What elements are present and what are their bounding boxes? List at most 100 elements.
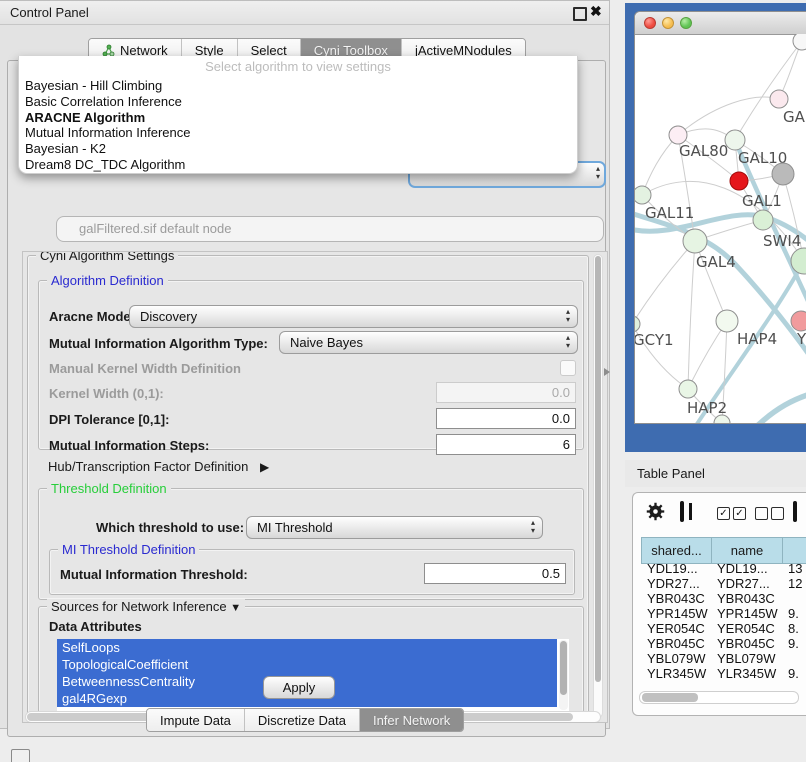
- network-node-hap2[interactable]: [679, 380, 697, 398]
- table-cell: YPR145W: [641, 606, 711, 621]
- control-panel-window: Control Panel ✖ Network S: [0, 0, 610, 729]
- network-node-gal[interactable]: [770, 90, 788, 108]
- sources-title[interactable]: Sources for Network Inference ▼: [47, 599, 245, 614]
- dpi-tolerance-input[interactable]: 0.0: [436, 408, 576, 429]
- network-node-y[interactable]: [791, 311, 806, 331]
- tab-discretize-data[interactable]: Discretize Data: [245, 709, 360, 731]
- network-node[interactable]: [793, 34, 806, 50]
- algorithm-popup-list: Bayesian - Hill ClimbingBasic Correlatio…: [19, 78, 577, 173]
- node-label: GAL80: [679, 142, 728, 160]
- network-icon: [102, 44, 115, 57]
- deselect-all-columns-icon[interactable]: [755, 507, 784, 520]
- data-attribute-item[interactable]: TopologicalCoefficient: [57, 656, 557, 673]
- table-row[interactable]: YBL079WYBL079W: [641, 651, 806, 666]
- node-table-header: shared...name: [641, 537, 806, 564]
- table-row[interactable]: YBR045CYBR045C9.: [641, 636, 806, 651]
- network-node-gcy1[interactable]: [635, 316, 640, 332]
- table-row[interactable]: YDL19...YDL19...13: [641, 561, 806, 576]
- network-node-gal4[interactable]: [683, 229, 707, 253]
- hub-definition-expander[interactable]: Hub/Transcription Factor Definition ▶: [48, 459, 269, 474]
- gear-icon[interactable]: [646, 502, 665, 526]
- aracne-mode-value: Discovery: [140, 306, 197, 327]
- bottom-tabs: Impute Data Discretize Data Infer Networ…: [146, 708, 464, 732]
- table-row[interactable]: YLR345WYLR345W9.: [641, 666, 806, 681]
- node-table[interactable]: YDL19...YDL19...13YDR27...YDR27...12YBR0…: [641, 561, 806, 683]
- algorithm-option[interactable]: Dream8 DC_TDC Algorithm: [19, 157, 577, 173]
- network-node-hap4[interactable]: [716, 310, 738, 332]
- table-cell: 9.: [782, 606, 806, 621]
- minimize-traffic-light-icon[interactable]: [662, 17, 674, 29]
- network-node[interactable]: [730, 172, 748, 190]
- table-cell: 9.: [782, 681, 806, 683]
- network-canvas[interactable]: GALGAL80GAL10GAL11GAL1SWI4GAL4GCY1HAP4YH…: [635, 34, 806, 424]
- network-node[interactable]: [772, 163, 794, 185]
- table-cell: YBL079W: [711, 651, 782, 666]
- table-horizontal-scrollbar[interactable]: [639, 691, 799, 704]
- table-row[interactable]: YIL052CYIL052C9.: [641, 681, 806, 683]
- mi-steps-label: Mutual Information Steps:: [49, 438, 209, 453]
- algorithm-popup-placeholder: Select algorithm to view settings: [19, 59, 577, 74]
- table-row[interactable]: YPR145WYPR145W9.: [641, 606, 806, 621]
- split-panel-icon[interactable]: [680, 503, 684, 521]
- apply-button[interactable]: Apply: [263, 676, 335, 699]
- new-table-icon[interactable]: [793, 503, 797, 521]
- chevron-right-icon: ▶: [260, 460, 269, 474]
- node-label: SWI4: [763, 232, 801, 250]
- tab-impute-label: Impute Data: [160, 713, 231, 728]
- table-row[interactable]: YDR27...YDR27...12: [641, 576, 806, 591]
- node-label: HAP2: [687, 399, 727, 417]
- mi-steps-input[interactable]: 6: [436, 434, 576, 455]
- select-all-columns-icon[interactable]: ✓✓: [717, 507, 746, 520]
- table-column-header[interactable]: [783, 538, 806, 564]
- kernel-width-input[interactable]: 0.0: [436, 382, 576, 403]
- table-cell: YDL19...: [641, 561, 711, 576]
- zoom-traffic-light-icon[interactable]: [680, 17, 692, 29]
- table-cell: YIL052C: [641, 681, 711, 683]
- tab-impute-data[interactable]: Impute Data: [147, 709, 245, 731]
- node-label: GAL11: [645, 204, 694, 222]
- table-column-header[interactable]: shared...: [642, 538, 712, 564]
- node-table-body-clip: YDL19...YDL19...13YDR27...YDR27...12YBR0…: [641, 561, 806, 683]
- algorithm-option[interactable]: ARACNE Algorithm: [19, 110, 577, 126]
- mi-threshold-input[interactable]: 0.5: [424, 563, 566, 584]
- network-window-titlebar[interactable]: [635, 12, 806, 35]
- cyni-algorithm-settings-title: Cyni Algorithm Settings: [36, 251, 178, 263]
- which-threshold-select[interactable]: MI Threshold ▴▾: [246, 516, 543, 539]
- table-cell: YLR345W: [641, 666, 711, 681]
- network-node-gal1[interactable]: [753, 210, 773, 230]
- algorithm-option[interactable]: Mutual Information Inference: [19, 125, 577, 141]
- table-cell: YDR27...: [641, 576, 711, 591]
- data-attribute-item[interactable]: SelfLoops: [57, 639, 557, 656]
- aracne-mode-select[interactable]: Discovery ▴▾: [129, 305, 578, 328]
- control-panel-titlebar[interactable]: Control Panel ✖: [0, 1, 609, 25]
- cyni-algorithm-settings-group: Cyni Algorithm Settings Algorithm Defini…: [27, 255, 589, 717]
- settings-vertical-scrollbar[interactable]: [593, 254, 603, 718]
- close-traffic-light-icon[interactable]: [644, 17, 656, 29]
- table-column-header[interactable]: name: [712, 538, 783, 564]
- algorithm-option[interactable]: Basic Correlation Inference: [19, 94, 577, 110]
- algorithm-option[interactable]: Bayesian - K2: [19, 141, 577, 157]
- combo-arrows-icon: ▴▾: [596, 165, 600, 181]
- table-row[interactable]: YBR043CYBR043C: [641, 591, 806, 606]
- tab-infer-network[interactable]: Infer Network: [360, 709, 463, 731]
- bottom-corner-icon[interactable]: [11, 749, 30, 762]
- algorithm-definition-title: Algorithm Definition: [47, 273, 168, 288]
- algorithm-option[interactable]: Bayesian - Hill Climbing: [19, 78, 577, 94]
- table-row[interactable]: YER054CYER054C8.: [641, 621, 806, 636]
- table-cell: [782, 651, 806, 666]
- network-node-gal11[interactable]: [635, 186, 651, 204]
- table-cell: YER054C: [641, 621, 711, 636]
- attributes-scrollbar[interactable]: [559, 640, 568, 710]
- close-icon[interactable]: ✖: [590, 3, 602, 20]
- network-node-gal10[interactable]: [725, 130, 745, 150]
- table-cell: YLR345W: [711, 666, 782, 681]
- float-window-icon[interactable]: [573, 7, 587, 21]
- node-label: GAL: [783, 108, 806, 126]
- manual-kernel-checkbox[interactable]: [560, 360, 576, 376]
- panel-splitter-icon[interactable]: [604, 368, 610, 376]
- manual-kernel-label: Manual Kernel Width Definition: [49, 361, 241, 376]
- table-cell: YBR045C: [641, 636, 711, 651]
- table-panel-header: Table Panel: [625, 460, 806, 487]
- mi-algorithm-type-select[interactable]: Naive Bayes ▴▾: [279, 331, 578, 354]
- table-selector-combobox[interactable]: galFiltered.sif default node: [56, 216, 604, 242]
